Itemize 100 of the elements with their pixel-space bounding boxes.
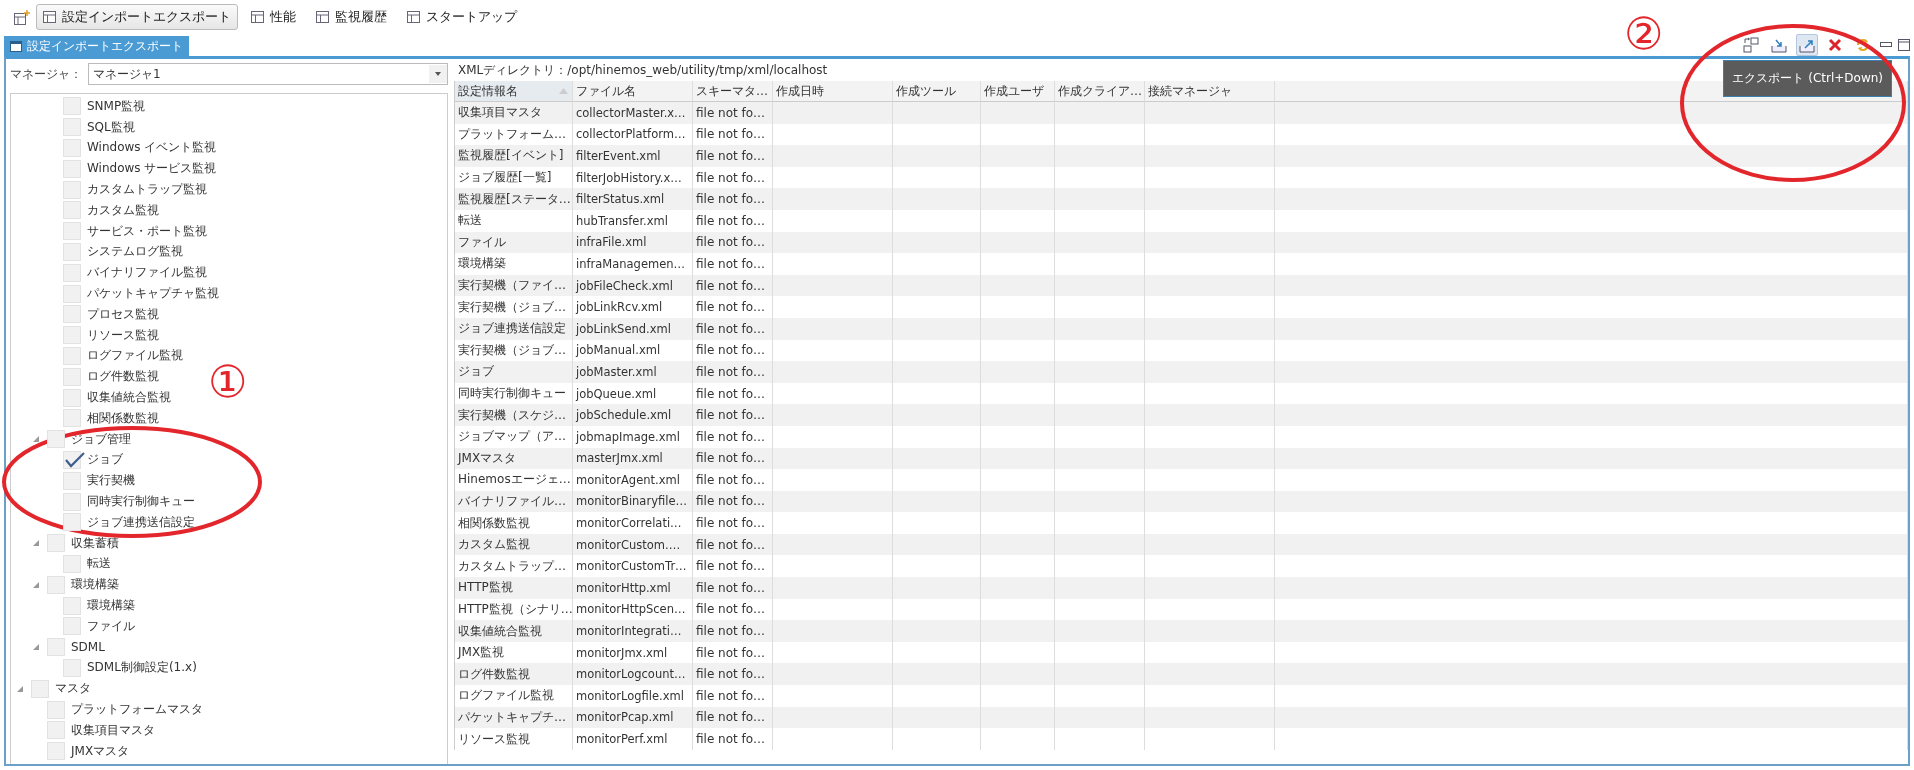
- expand-arrow-icon[interactable]: [17, 685, 23, 692]
- checkbox[interactable]: [63, 471, 81, 490]
- checkbox[interactable]: [63, 658, 81, 677]
- checkbox[interactable]: [63, 388, 81, 407]
- expand-arrow-icon[interactable]: [33, 436, 39, 443]
- maximize-icon[interactable]: [1898, 39, 1910, 51]
- tree-item[interactable]: 相関係数監視: [87, 409, 159, 427]
- tree-item[interactable]: 同時実行制御キュー: [87, 493, 195, 511]
- column-header[interactable]: 設定情報名: [455, 81, 573, 102]
- column-header[interactable]: 作成クライア…: [1055, 81, 1145, 102]
- column-header[interactable]: 作成ツール: [893, 81, 981, 102]
- checkbox[interactable]: [47, 700, 65, 719]
- table-cell: jobLinkSend.xml: [573, 317, 693, 340]
- tree-item[interactable]: 環境構築: [87, 597, 135, 614]
- checkbox[interactable]: [63, 284, 81, 303]
- toolbar-button[interactable]: [1796, 34, 1818, 56]
- minimize-icon[interactable]: [1880, 42, 1892, 48]
- column-header[interactable]: ファイル名: [573, 81, 693, 102]
- table-cell: masterJmx.xml: [573, 447, 693, 470]
- tree-item[interactable]: マスタ: [55, 680, 91, 698]
- table-cell: file not fo…: [693, 425, 773, 448]
- checkbox[interactable]: [63, 326, 81, 345]
- checkbox[interactable]: [47, 721, 65, 740]
- tree-item[interactable]: 環境構築: [71, 576, 119, 594]
- checkbox[interactable]: [63, 159, 81, 178]
- table-cell: HTTP監視: [455, 577, 573, 599]
- column-header[interactable]: 作成ユーザ: [981, 81, 1055, 102]
- tree-item[interactable]: リソース監視: [87, 326, 159, 344]
- manager-dropdown[interactable]: マネージャ1: [88, 63, 448, 85]
- export-icon: [1799, 37, 1815, 53]
- tree-item[interactable]: ログファイル監視: [87, 347, 183, 365]
- checkbox[interactable]: [63, 139, 81, 157]
- tree-item[interactable]: ジョブ: [87, 451, 123, 469]
- checkbox[interactable]: [63, 513, 81, 532]
- tree-item[interactable]: Windows サービス監視: [87, 160, 217, 178]
- checkbox[interactable]: [63, 596, 81, 615]
- toolbar-button[interactable]: [1740, 34, 1762, 56]
- tree-item[interactable]: 収集値統合監視: [87, 389, 171, 407]
- expand-arrow-icon[interactable]: [33, 644, 39, 651]
- tree-item[interactable]: SDML制御設定(1.x): [87, 659, 197, 677]
- tree-item[interactable]: パケットキャプチャ監視: [87, 285, 219, 303]
- checkbox[interactable]: [63, 617, 81, 636]
- checkbox[interactable]: [47, 575, 65, 594]
- table-cell: JMX監視: [455, 641, 573, 664]
- checkbox[interactable]: [47, 742, 65, 761]
- checkbox[interactable]: [63, 118, 81, 137]
- checkbox[interactable]: [63, 367, 81, 386]
- tree-item[interactable]: サービス・ポート監視: [87, 222, 207, 240]
- table-cell: 転送: [455, 209, 573, 232]
- tree-item[interactable]: カスタム監視: [87, 201, 159, 219]
- checkbox[interactable]: [63, 242, 81, 261]
- tree-item[interactable]: システムログ監視: [87, 243, 183, 261]
- expand-arrow-icon[interactable]: [33, 581, 39, 588]
- tree-item[interactable]: 実行契機: [87, 472, 135, 490]
- swap-icon: [1743, 37, 1759, 53]
- checkbox[interactable]: [63, 409, 81, 428]
- perspective-tab[interactable]: スタートアップ: [400, 4, 524, 30]
- expand-arrow-icon[interactable]: [33, 540, 39, 547]
- table-cell: ジョブ連携送信設定: [455, 317, 573, 340]
- open-perspective-icon[interactable]: [14, 9, 30, 25]
- tree-item[interactable]: JMXマスタ: [71, 742, 130, 760]
- tree-item[interactable]: SDML: [71, 640, 105, 655]
- checkbox[interactable]: [63, 492, 81, 511]
- checkbox[interactable]: [63, 201, 81, 220]
- perspective-tab[interactable]: 監視履歴: [309, 4, 394, 30]
- column-header[interactable]: 作成日時: [773, 81, 893, 102]
- perspective-tab[interactable]: 性能: [244, 4, 303, 30]
- column-header[interactable]: スキーマタ…: [693, 81, 773, 102]
- tree-item[interactable]: ログ件数監視: [87, 368, 159, 386]
- delete-icon: [1828, 38, 1842, 52]
- table-cell: パケットキャプチ…: [455, 706, 573, 729]
- column-header[interactable]: 接続マネージャ: [1145, 81, 1275, 102]
- checkbox[interactable]: [47, 534, 65, 553]
- table-cell: file not fo…: [693, 296, 773, 318]
- checkbox[interactable]: [63, 180, 81, 199]
- tree-item[interactable]: ジョブ連携送信設定: [87, 513, 195, 531]
- checkbox[interactable]: [63, 97, 81, 116]
- checkbox[interactable]: [47, 430, 65, 449]
- tree-item[interactable]: ファイル: [87, 617, 135, 635]
- tree-item[interactable]: プラットフォームマスタ: [71, 701, 203, 718]
- tree-item[interactable]: ジョブ管理: [71, 430, 131, 448]
- checkbox[interactable]: [63, 346, 81, 365]
- checkbox[interactable]: [63, 263, 81, 282]
- tree-item[interactable]: プロセス監視: [87, 305, 159, 323]
- tree-item[interactable]: 転送: [87, 555, 111, 573]
- tree-item[interactable]: 収集項目マスタ: [71, 721, 155, 739]
- tree-item[interactable]: SQL監視: [87, 118, 135, 136]
- tree-item[interactable]: 収集蓄積: [71, 534, 119, 552]
- tree-item[interactable]: Windows イベント監視: [87, 139, 217, 157]
- checkbox[interactable]: [63, 305, 81, 324]
- tree-item[interactable]: カスタムトラップ監視: [87, 181, 207, 199]
- tree-item[interactable]: SNMP監視: [87, 97, 146, 115]
- checkbox[interactable]: [63, 222, 81, 241]
- perspective-tab[interactable]: 設定インポートエクスポート: [36, 4, 238, 30]
- refresh-icon: [1855, 37, 1871, 53]
- table-cell: monitorIntegrati…: [573, 620, 693, 642]
- checkbox[interactable]: [47, 638, 65, 657]
- tree-item[interactable]: バイナリファイル監視: [87, 264, 207, 282]
- checkbox[interactable]: [63, 554, 81, 573]
- checkbox[interactable]: [31, 679, 49, 698]
